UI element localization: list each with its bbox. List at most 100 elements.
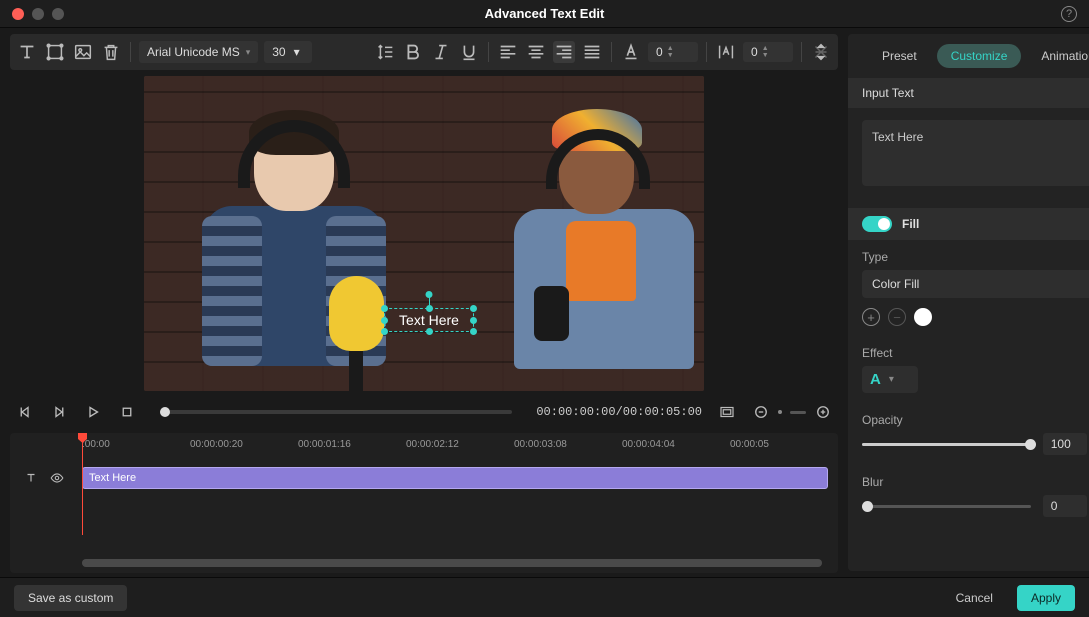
- align-center-icon[interactable]: [525, 41, 547, 63]
- effect-dropdown[interactable]: A ▾: [862, 366, 918, 393]
- chevron-down-icon: ▼: [762, 53, 769, 59]
- timeline-tick: 00:00:03:08: [514, 439, 622, 459]
- safe-zone-icon[interactable]: [718, 403, 736, 421]
- tab-customize[interactable]: Customize: [937, 44, 1022, 68]
- timeline-track: Text Here: [10, 467, 838, 489]
- resize-handle[interactable]: [381, 328, 388, 335]
- add-color-button[interactable]: +: [862, 308, 880, 326]
- leading-value: 0: [751, 45, 758, 59]
- font-family-value: Arial Unicode MS: [147, 45, 240, 59]
- timeline-playhead[interactable]: [82, 435, 83, 535]
- opacity-slider[interactable]: [862, 443, 1031, 446]
- fill-toggle[interactable]: [862, 216, 892, 232]
- overflow-icon[interactable]: [810, 41, 832, 63]
- slider-thumb[interactable]: [1025, 439, 1036, 450]
- align-left-icon[interactable]: [497, 41, 519, 63]
- character-spacing-icon[interactable]: [715, 41, 737, 63]
- align-justify-icon[interactable]: [581, 41, 603, 63]
- stop-icon[interactable]: [118, 403, 136, 421]
- resize-handle[interactable]: [381, 317, 388, 324]
- tab-animation[interactable]: Animation: [1027, 44, 1089, 68]
- blur-label: Blur: [862, 475, 1089, 489]
- timeline-ruler[interactable]: :00:00 00:00:00:20 00:00:01:16 00:00:02:…: [10, 439, 838, 459]
- stepper[interactable]: ▲▼: [762, 46, 769, 59]
- image-tool-icon[interactable]: [72, 41, 94, 63]
- video-preview[interactable]: Text Here: [144, 76, 704, 391]
- preview-mic-yellow: [329, 276, 384, 351]
- leading-field[interactable]: 0 ▲▼: [743, 42, 793, 62]
- scrub-bar[interactable]: [160, 410, 512, 414]
- timeline-scrollbar[interactable]: [82, 559, 822, 567]
- stepper[interactable]: ▲▼: [667, 46, 674, 59]
- timeline-tick: 00:00:02:12: [406, 439, 514, 459]
- help-icon[interactable]: ?: [1061, 6, 1077, 22]
- preview-mic-dark: [534, 286, 569, 341]
- text-track-icon[interactable]: [24, 471, 38, 485]
- close-window-icon[interactable]: [12, 8, 24, 20]
- timeline: :00:00 00:00:00:20 00:00:01:16 00:00:02:…: [10, 433, 838, 573]
- zoom-track[interactable]: [790, 411, 806, 414]
- slider-thumb[interactable]: [862, 501, 873, 512]
- resize-handle[interactable]: [426, 328, 433, 335]
- scrub-playhead[interactable]: [160, 407, 170, 417]
- delete-icon[interactable]: [100, 41, 122, 63]
- zoom-out-icon[interactable]: [752, 403, 770, 421]
- zoom-in-icon[interactable]: [814, 403, 832, 421]
- separator: [130, 42, 131, 62]
- next-frame-icon[interactable]: [50, 403, 68, 421]
- maximize-window-icon[interactable]: [52, 8, 64, 20]
- resize-handle[interactable]: [381, 305, 388, 312]
- tab-preset[interactable]: Preset: [868, 44, 931, 68]
- chevron-down-icon: ▾: [246, 47, 251, 58]
- scrollbar-thumb[interactable]: [82, 559, 822, 567]
- blur-slider[interactable]: [862, 505, 1031, 508]
- apply-button[interactable]: Apply: [1017, 585, 1075, 611]
- cancel-button[interactable]: Cancel: [942, 585, 1007, 611]
- left-panel: Arial Unicode MS ▾ 30 ▾ 0 ▲▼: [0, 28, 848, 577]
- timeline-tick: :00:00: [82, 439, 190, 459]
- separator: [488, 42, 489, 62]
- properties-panel: Preset Customize Animation Input Text Te…: [848, 34, 1089, 571]
- transform-tool-icon[interactable]: [44, 41, 66, 63]
- resize-handle[interactable]: [470, 305, 477, 312]
- minimize-window-icon[interactable]: [32, 8, 44, 20]
- fill-section-header: Fill: [848, 208, 1089, 240]
- resize-handle[interactable]: [470, 328, 477, 335]
- underline-icon[interactable]: [458, 41, 480, 63]
- play-icon[interactable]: [84, 403, 102, 421]
- prev-frame-icon[interactable]: [16, 403, 34, 421]
- fill-type-dropdown[interactable]: Color Fill ▾: [862, 270, 1089, 298]
- color-swatch[interactable]: [914, 308, 932, 326]
- blur-value[interactable]: 0: [1043, 495, 1087, 517]
- resize-handle[interactable]: [426, 305, 433, 312]
- separator: [611, 42, 612, 62]
- text-tool-icon[interactable]: [16, 41, 38, 63]
- resize-handle[interactable]: [470, 317, 477, 324]
- italic-icon[interactable]: [430, 41, 452, 63]
- separator: [801, 42, 802, 62]
- titlebar: Advanced Text Edit ?: [0, 0, 1089, 28]
- timeline-clip[interactable]: Text Here: [82, 467, 828, 489]
- align-right-icon[interactable]: [553, 41, 575, 63]
- save-as-custom-button[interactable]: Save as custom: [14, 585, 127, 611]
- tracking-field[interactable]: 0 ▲▼: [648, 42, 698, 62]
- separator: [706, 42, 707, 62]
- text-overlay-box[interactable]: Text Here: [384, 308, 474, 332]
- opacity-value[interactable]: 100: [1043, 433, 1087, 455]
- rotate-handle[interactable]: [426, 291, 433, 298]
- line-spacing-icon[interactable]: [374, 41, 396, 63]
- text-fill-icon[interactable]: [620, 41, 642, 63]
- text-input-field[interactable]: Text Here: [862, 120, 1089, 186]
- font-family-dropdown[interactable]: Arial Unicode MS ▾: [139, 41, 258, 63]
- window-controls: [0, 8, 64, 20]
- visibility-icon[interactable]: [50, 471, 64, 485]
- font-size-value: 30: [272, 45, 285, 59]
- opacity-group: Opacity 100 %: [848, 403, 1089, 465]
- chevron-down-icon: ▾: [889, 374, 894, 385]
- bold-icon[interactable]: [402, 41, 424, 63]
- font-size-dropdown[interactable]: 30 ▾: [264, 41, 312, 63]
- fill-label: Fill: [902, 217, 919, 231]
- effect-group: Effect A ▾: [848, 336, 1089, 403]
- remove-color-button[interactable]: −: [888, 308, 906, 326]
- fill-type-value: Color Fill: [872, 277, 919, 291]
